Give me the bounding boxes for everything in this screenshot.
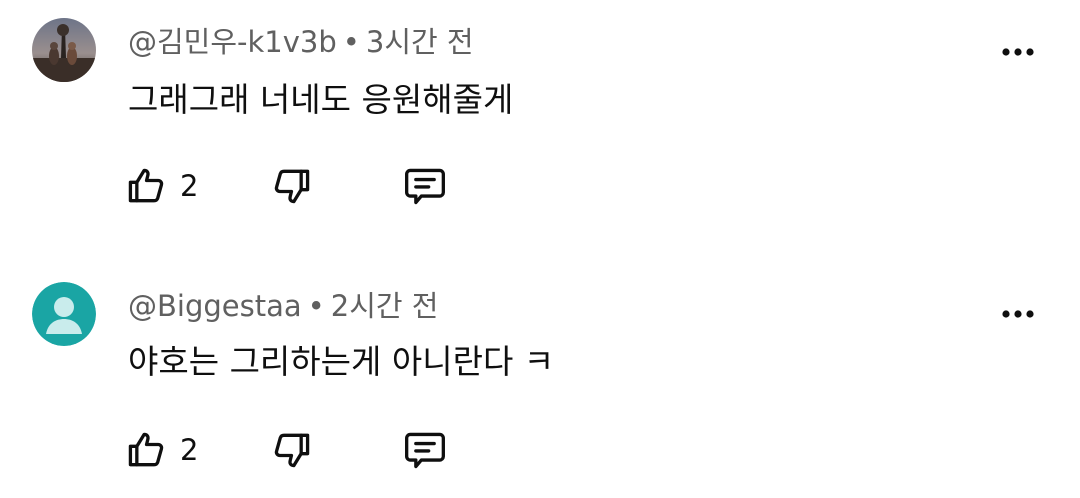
- comment-actions: 2: [0, 422, 1080, 478]
- reply-button[interactable]: [400, 158, 450, 214]
- dislike-button[interactable]: [270, 158, 314, 214]
- comment-text: 그래그래 너네도 응원해줄게: [128, 80, 514, 119]
- thumb-up-icon: [128, 168, 164, 203]
- like-count: 2: [180, 169, 199, 203]
- comment-actions: 2: [0, 158, 1080, 214]
- separator-dot: •: [342, 25, 360, 59]
- separator-dot: •: [307, 289, 325, 323]
- dislike-button[interactable]: [270, 422, 314, 478]
- like-button[interactable]: 2: [124, 158, 198, 214]
- more-vert-icon[interactable]: [998, 302, 1038, 326]
- comment-time: 2시간 전: [330, 289, 439, 323]
- avatar[interactable]: [32, 18, 96, 82]
- reply-button[interactable]: [400, 422, 450, 478]
- reply-icon: [405, 432, 445, 469]
- reply-icon: [405, 168, 445, 205]
- like-count: 2: [180, 433, 199, 467]
- author-name[interactable]: @Biggestaa: [128, 289, 302, 323]
- thumb-down-icon: [274, 169, 310, 204]
- comment-time: 3시간 전: [365, 25, 474, 59]
- thumb-down-icon: [274, 433, 310, 468]
- comment-item: @김민우-k1v3b • 3시간 전 그래그래 너네도 응원해줄게 2: [0, 0, 1080, 260]
- more-vert-icon[interactable]: [998, 40, 1038, 64]
- comment-text: 야호는 그리하는게 아니란다 ㅋ: [128, 342, 555, 381]
- comment-item: @Biggestaa • 2시간 전 야호는 그리하는게 아니란다 ㅋ 2: [0, 260, 1080, 498]
- thumb-up-icon: [128, 432, 164, 467]
- comment-meta: @Biggestaa • 2시간 전: [128, 286, 438, 326]
- author-name[interactable]: @김민우-k1v3b: [128, 25, 337, 59]
- like-button[interactable]: 2: [124, 422, 198, 478]
- avatar[interactable]: [32, 282, 96, 346]
- comment-meta: @김민우-k1v3b • 3시간 전: [128, 22, 474, 62]
